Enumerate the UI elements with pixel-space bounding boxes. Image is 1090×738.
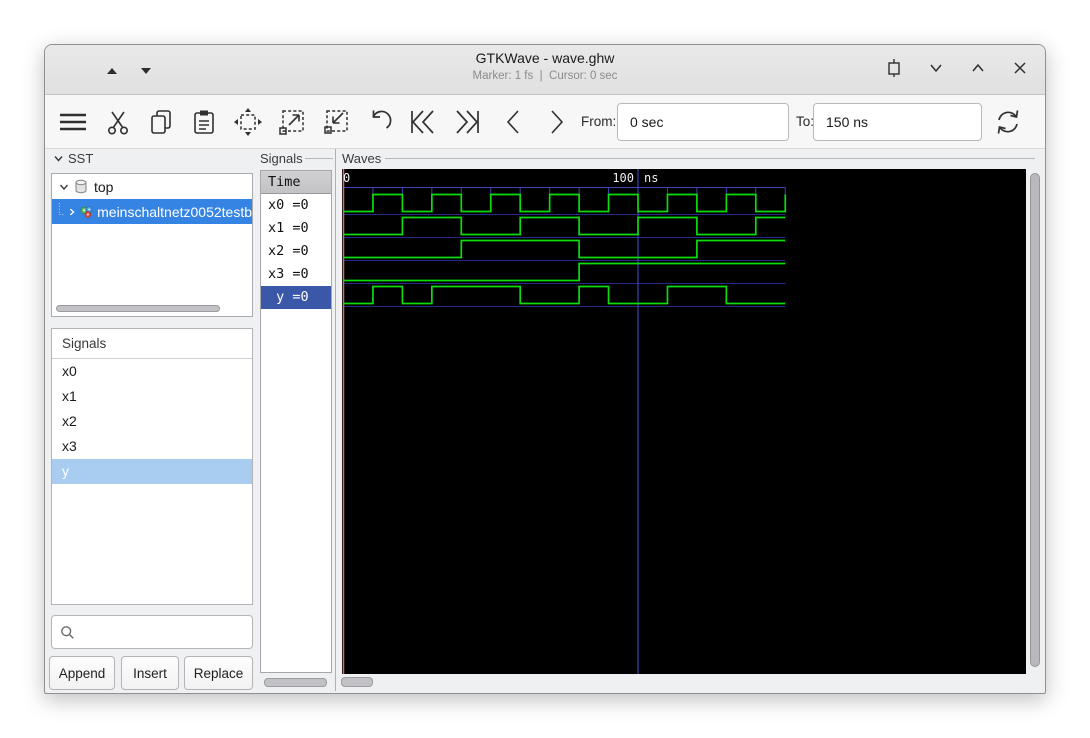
cut-button[interactable] xyxy=(103,107,133,137)
menu-icon xyxy=(60,113,86,131)
to-input[interactable] xyxy=(813,103,982,141)
database-icon xyxy=(75,179,87,194)
waves-frame-line xyxy=(385,158,1035,159)
sst-header[interactable]: SST xyxy=(53,151,93,166)
from-input[interactable] xyxy=(617,103,789,141)
minimize-button[interactable] xyxy=(923,55,949,81)
maximize-button[interactable] xyxy=(965,55,991,81)
tree-item-label: meinschaltnetz0052testb xyxy=(97,203,252,220)
window-status: Marker: 1 fs | Cursor: 0 sec xyxy=(472,70,618,82)
wave-trace-x2 xyxy=(343,239,786,259)
svg-text:0: 0 xyxy=(343,171,350,185)
waves-hscrollbar[interactable] xyxy=(341,677,373,687)
reload-button[interactable] xyxy=(993,107,1023,137)
waves-vscrollbar[interactable] xyxy=(1030,173,1040,667)
to-label: To: xyxy=(796,114,815,129)
sst-tree: top meinschaltnetz0052testb xyxy=(51,173,253,317)
fast-backward-button[interactable] xyxy=(408,107,438,137)
chevron-down-icon xyxy=(930,64,942,73)
undo-button[interactable] xyxy=(364,107,394,137)
values-frame-label: Signals xyxy=(260,151,303,166)
values-hscrollbar[interactable] xyxy=(264,678,327,687)
value-rows: x0 =0 x1 =0 x2 =0 x3 =0 y =0 xyxy=(261,194,331,309)
frame-button[interactable] xyxy=(881,55,907,81)
toolbar: From: To: xyxy=(45,95,1045,149)
wave-canvas[interactable]: 0 100 ns xyxy=(342,169,1026,674)
gtkwave-window: GTKWave - wave.ghw Marker: 1 fs | Cursor… xyxy=(44,44,1046,694)
signals-frame-header: Signals xyxy=(52,329,252,359)
tree-connector xyxy=(58,202,66,215)
waves-frame-label: Waves xyxy=(342,151,382,166)
paste-button[interactable] xyxy=(189,107,219,137)
values-frame-line xyxy=(305,158,333,159)
zoom-in-icon xyxy=(279,110,304,135)
zoom-in-button[interactable] xyxy=(277,107,307,137)
step-right-button[interactable] xyxy=(542,107,572,137)
svg-text:100: 100 xyxy=(612,171,634,185)
fast-forward-icon xyxy=(456,110,479,134)
value-row-x2[interactable]: x2 =0 xyxy=(261,240,331,263)
wave-trace-y xyxy=(343,285,786,305)
copy-icon xyxy=(151,110,171,134)
fast-backward-icon xyxy=(411,110,434,134)
titlebar[interactable]: GTKWave - wave.ghw Marker: 1 fs | Cursor… xyxy=(45,45,1045,95)
triangle-up-icon[interactable] xyxy=(107,68,117,74)
waveform-plot: 0 100 ns xyxy=(342,169,787,674)
signal-list: x0 x1 x2 x3 y xyxy=(52,359,252,484)
insert-button[interactable]: Insert xyxy=(121,656,179,690)
sst-header-label: SST xyxy=(68,151,94,166)
step-left-icon xyxy=(506,110,519,134)
replace-button[interactable]: Replace xyxy=(184,656,253,690)
from-label: From: xyxy=(581,114,617,129)
zoom-out-button[interactable] xyxy=(321,107,351,137)
wave-trace-x0 xyxy=(343,193,787,213)
search-icon xyxy=(61,625,74,639)
window-title: GTKWave - wave.ghw xyxy=(475,50,615,66)
paste-icon xyxy=(194,110,214,134)
tree-item-label: top xyxy=(94,178,114,195)
search-box[interactable] xyxy=(51,615,253,649)
expander-right-icon xyxy=(69,208,75,215)
undo-icon xyxy=(372,110,392,129)
cut-icon xyxy=(108,111,128,135)
fast-forward-button[interactable] xyxy=(452,107,482,137)
time-header[interactable]: Time xyxy=(261,171,331,194)
signal-list-item-x2[interactable]: x2 xyxy=(52,409,252,434)
value-row-x3[interactable]: x3 =0 xyxy=(261,263,331,286)
svg-text:ns: ns xyxy=(644,171,658,185)
menu-button[interactable] xyxy=(58,107,88,137)
tree-item-top[interactable]: top xyxy=(52,174,252,199)
wave-trace-x1 xyxy=(343,216,786,236)
signal-list-item-x1[interactable]: x1 xyxy=(52,384,252,409)
signal-list-item-x0[interactable]: x0 xyxy=(52,359,252,384)
zoom-fit-button[interactable] xyxy=(233,107,263,137)
signals-frame: Signals x0 x1 x2 x3 y xyxy=(51,328,253,605)
module-icon xyxy=(80,205,93,218)
copy-button[interactable] xyxy=(146,107,176,137)
wave-trace-x3 xyxy=(343,262,786,282)
append-button[interactable]: Append xyxy=(49,656,115,690)
step-left-button[interactable] xyxy=(498,107,528,137)
panel-splitter[interactable] xyxy=(335,149,336,691)
value-row-y[interactable]: y =0 xyxy=(261,286,331,309)
close-button[interactable] xyxy=(1007,55,1033,81)
tree-item-meinschaltnetz[interactable]: meinschaltnetz0052testb xyxy=(52,199,252,224)
chevron-up-icon xyxy=(972,63,984,72)
reload-icon xyxy=(997,110,1019,134)
value-row-x0[interactable]: x0 =0 xyxy=(261,194,331,217)
chevron-down-icon xyxy=(54,156,63,162)
close-icon xyxy=(1014,62,1026,74)
signal-list-item-x3[interactable]: x3 xyxy=(52,434,252,459)
frame-icon xyxy=(888,59,900,77)
triangle-down-icon[interactable] xyxy=(141,68,151,74)
signal-list-item-y[interactable]: y xyxy=(52,459,252,484)
step-right-icon xyxy=(551,110,564,134)
zoom-fit-icon xyxy=(234,108,262,136)
tree-hscrollbar[interactable] xyxy=(56,305,220,312)
zoom-out-icon xyxy=(324,110,348,134)
value-row-x1[interactable]: x1 =0 xyxy=(261,217,331,240)
values-panel: Time x0 =0 x1 =0 x2 =0 x3 =0 y =0 xyxy=(260,170,332,673)
expander-down-icon xyxy=(59,184,69,190)
